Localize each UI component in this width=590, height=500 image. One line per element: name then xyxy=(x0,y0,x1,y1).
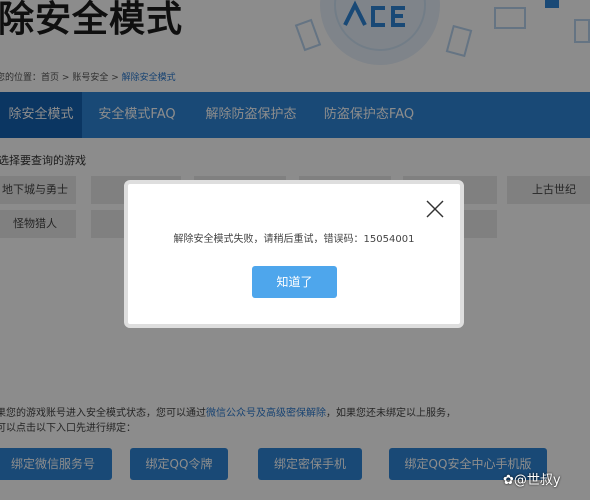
watermark-text: @世叔y xyxy=(513,473,561,488)
error-dialog: 解除安全模式失败，请稍后重试，错误码：15054001 知道了 xyxy=(124,180,464,328)
page: 除安全模式 您的位置：首页 > 账号安全 > 解除安全模式 除安全模式 安全模式… xyxy=(0,0,590,500)
paw-icon: ✿ xyxy=(503,473,514,488)
close-icon[interactable] xyxy=(424,198,446,220)
watermark: ✿@世叔y xyxy=(503,469,561,488)
ok-button[interactable]: 知道了 xyxy=(252,266,337,298)
error-message: 解除安全模式失败，请稍后重试，错误码：15054001 xyxy=(173,234,415,245)
